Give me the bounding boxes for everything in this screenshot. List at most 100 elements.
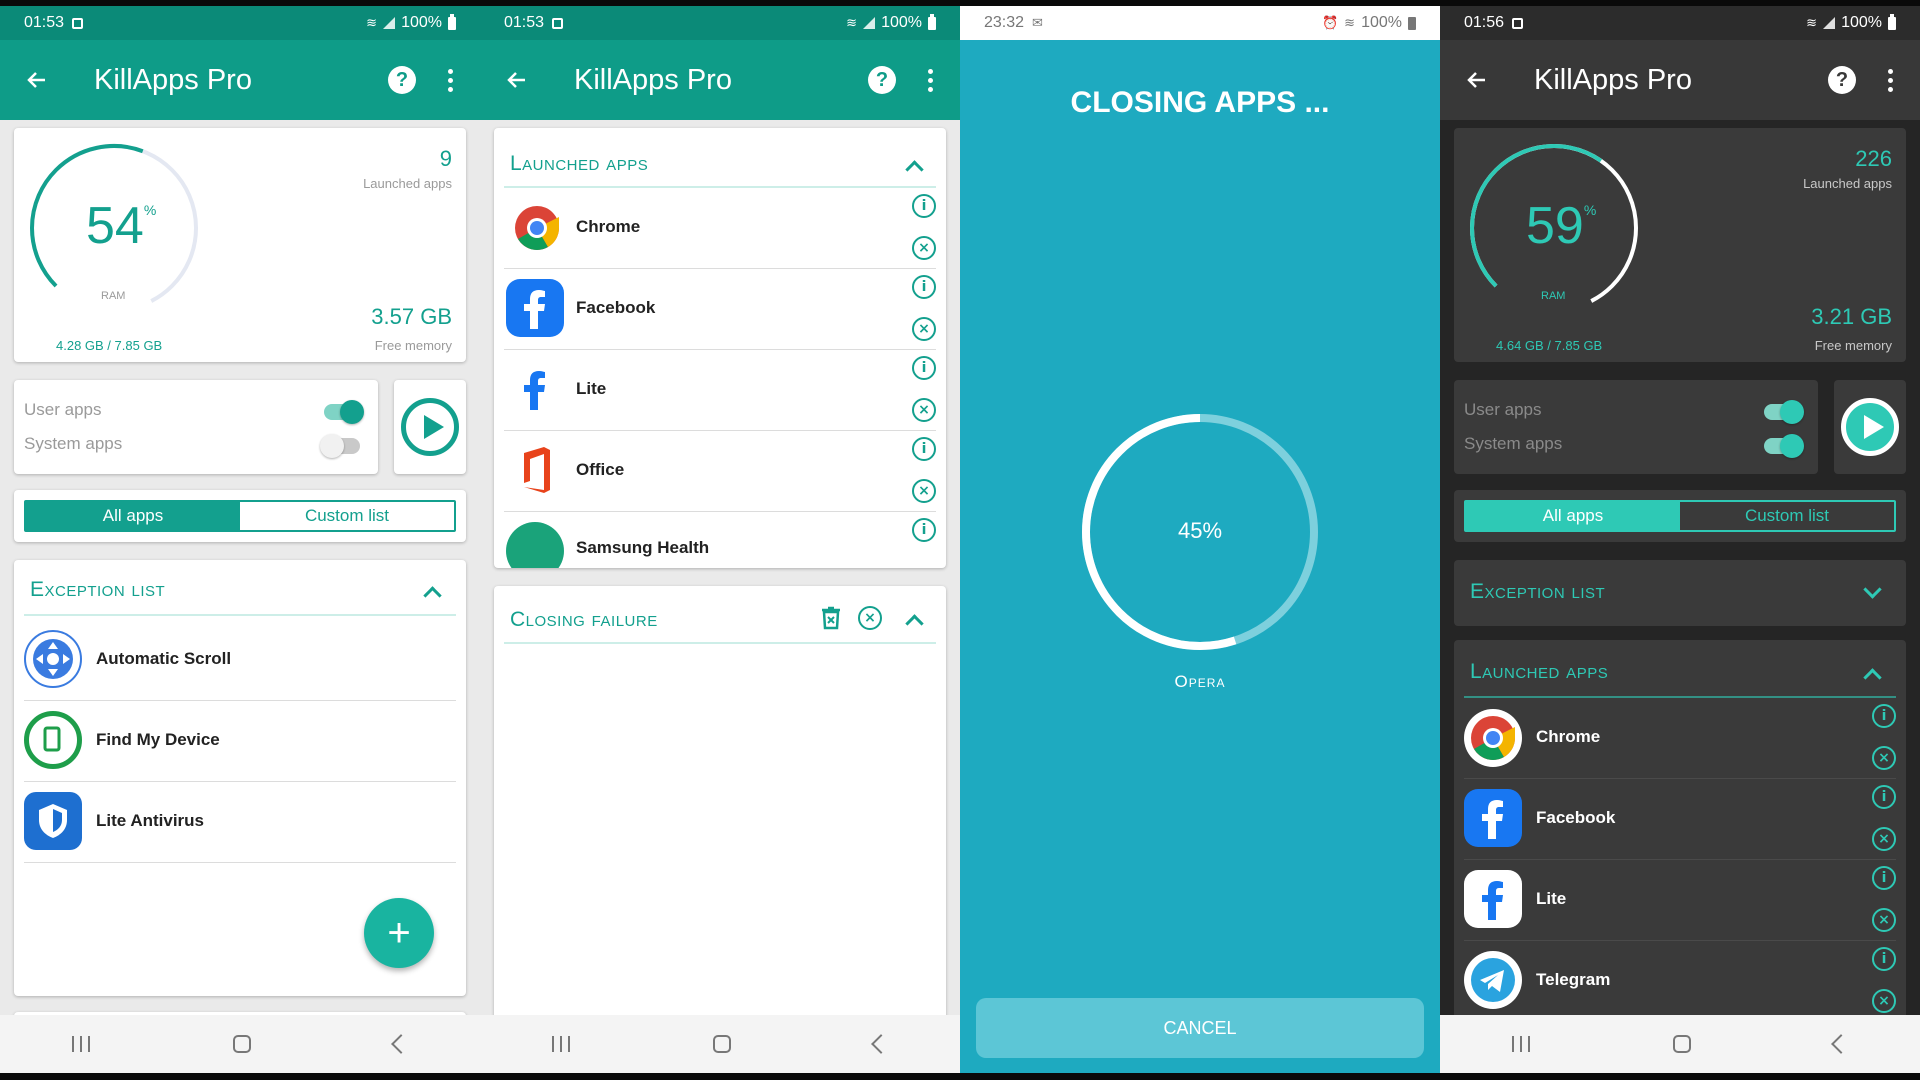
custom-list-tab[interactable]: Custom list xyxy=(1680,502,1894,530)
home-icon[interactable] xyxy=(712,1035,731,1053)
help-icon[interactable]: ? xyxy=(1828,66,1856,94)
system-apps-toggle[interactable] xyxy=(1764,434,1804,458)
play-icon[interactable] xyxy=(401,398,459,456)
wifi-icon: ≋ xyxy=(1806,15,1818,30)
recent-apps-icon[interactable] xyxy=(71,1036,90,1052)
lite-antivirus-icon xyxy=(24,792,82,850)
collapse-chevron-icon[interactable] xyxy=(424,584,438,598)
app-name: Lite Antivirus xyxy=(96,811,204,830)
list-item[interactable]: Chrome i × xyxy=(494,188,946,268)
app-title: KillApps Pro xyxy=(574,63,732,96)
list-item[interactable]: Automatic Scroll xyxy=(14,620,466,700)
list-item[interactable]: Facebook i × xyxy=(494,269,946,349)
more-options-icon[interactable] xyxy=(1880,68,1900,92)
play-icon[interactable] xyxy=(1841,398,1899,456)
collapse-chevron-icon[interactable] xyxy=(906,158,920,172)
collapse-chevron-icon[interactable] xyxy=(1864,666,1878,680)
info-icon[interactable]: i xyxy=(912,275,936,299)
start-button-card xyxy=(1834,380,1906,474)
free-memory-value: 3.57 GB xyxy=(371,304,452,329)
info-icon[interactable]: i xyxy=(912,518,936,542)
expand-chevron-icon[interactable] xyxy=(1864,584,1878,598)
filter-card: User apps System apps xyxy=(1454,380,1818,474)
all-apps-tab[interactable]: All apps xyxy=(1466,502,1680,530)
more-options-icon[interactable] xyxy=(920,68,940,92)
launched-label: Launched apps xyxy=(1803,176,1892,191)
info-icon[interactable]: i xyxy=(912,194,936,218)
info-icon[interactable]: i xyxy=(1872,866,1896,890)
facebook-icon xyxy=(1464,789,1522,847)
info-icon[interactable]: i xyxy=(1872,785,1896,809)
nav-back-icon[interactable] xyxy=(1831,1034,1852,1054)
trash-icon[interactable] xyxy=(820,606,842,635)
info-icon[interactable]: i xyxy=(912,437,936,461)
recent-apps-icon[interactable] xyxy=(551,1036,570,1052)
battery-percent: 100% xyxy=(881,14,922,31)
info-icon[interactable]: i xyxy=(912,356,936,380)
back-arrow-icon[interactable] xyxy=(500,63,534,97)
close-app-icon[interactable]: × xyxy=(1872,827,1896,851)
screen-home-light: 01:53 ≋ 100% KillApps Pro ? 54% RAM 4.28 … xyxy=(0,6,480,1073)
back-arrow-icon[interactable] xyxy=(1460,63,1494,97)
screen-launched-light: 01:53 ≋ 100% KillApps Pro ? Launched apps… xyxy=(480,6,960,1073)
close-app-icon[interactable]: × xyxy=(1872,989,1896,1013)
close-app-icon[interactable]: × xyxy=(1872,746,1896,770)
list-item[interactable]: Lite i × xyxy=(494,350,946,430)
home-icon[interactable] xyxy=(1672,1035,1691,1053)
list-item[interactable]: Lite Antivirus xyxy=(14,782,466,862)
close-app-icon[interactable]: × xyxy=(912,479,936,503)
info-icon[interactable]: i xyxy=(1872,704,1896,728)
status-time: 23:32 xyxy=(984,14,1025,31)
nav-back-icon[interactable] xyxy=(871,1034,892,1054)
cancel-button[interactable]: CANCEL xyxy=(976,998,1424,1058)
help-icon[interactable]: ? xyxy=(868,66,896,94)
user-apps-toggle[interactable] xyxy=(324,400,364,424)
closing-failure-card: Closing failure × xyxy=(494,586,946,1026)
battery-percent: 100% xyxy=(1841,14,1882,31)
app-bar: KillApps Pro ? xyxy=(1440,40,1920,120)
clear-failures-icon[interactable]: × xyxy=(858,606,882,630)
ram-label: RAM xyxy=(1541,290,1566,302)
automatic-scroll-icon xyxy=(24,630,82,688)
signal-icon xyxy=(1823,17,1836,29)
list-item[interactable]: Office i × xyxy=(494,431,946,511)
facebook-lite-icon xyxy=(506,360,564,418)
system-apps-toggle[interactable] xyxy=(320,434,360,458)
all-apps-tab[interactable]: All apps xyxy=(26,502,240,530)
status-bar: 01:56 ≋ 100% xyxy=(1440,6,1920,40)
launched-apps-title: Launched apps xyxy=(1470,660,1609,683)
find-my-device-icon xyxy=(24,711,82,769)
list-item[interactable]: Telegram i × xyxy=(1454,941,1906,1021)
nav-back-icon[interactable] xyxy=(391,1034,412,1054)
close-app-icon[interactable]: × xyxy=(1872,908,1896,932)
list-item[interactable]: Find My Device xyxy=(14,701,466,781)
system-apps-label: System apps xyxy=(24,434,123,453)
collapse-chevron-icon[interactable] xyxy=(906,612,920,626)
list-item[interactable]: Samsung Health i xyxy=(494,512,946,568)
home-icon[interactable] xyxy=(232,1035,251,1053)
ram-used: 4.64 GB / 7.85 GB xyxy=(1496,338,1603,353)
office-icon xyxy=(506,441,564,499)
list-item[interactable]: Chrome i × xyxy=(1454,698,1906,778)
recent-apps-icon[interactable] xyxy=(1511,1036,1530,1052)
add-exception-button[interactable]: + xyxy=(364,898,434,968)
free-memory-value: 3.21 GB xyxy=(1811,304,1892,329)
wifi-icon: ≋ xyxy=(846,15,858,30)
more-options-icon[interactable] xyxy=(440,68,460,92)
close-app-icon[interactable]: × xyxy=(912,317,936,341)
back-arrow-icon[interactable] xyxy=(20,63,54,97)
status-time: 01:53 xyxy=(504,14,545,31)
help-icon[interactable]: ? xyxy=(388,66,416,94)
app-name: Lite xyxy=(576,379,607,398)
close-app-icon[interactable]: × xyxy=(912,398,936,422)
screen-closing-apps: 23:32 ✉ ⏰ ≋ 100% CLOSING APPS ... 45% Opera… xyxy=(960,6,1440,1073)
close-app-icon[interactable]: × xyxy=(912,236,936,260)
user-apps-toggle[interactable] xyxy=(1764,400,1804,424)
mode-card: All apps Custom list xyxy=(1454,490,1906,542)
telegram-icon xyxy=(1464,951,1522,1009)
list-item[interactable]: Facebook i × xyxy=(1454,779,1906,859)
list-item[interactable]: Lite i × xyxy=(1454,860,1906,940)
launched-apps-card: Launched apps Chrome i × Facebook i × Li… xyxy=(1454,640,1906,1040)
info-icon[interactable]: i xyxy=(1872,947,1896,971)
custom-list-tab[interactable]: Custom list xyxy=(240,502,454,530)
